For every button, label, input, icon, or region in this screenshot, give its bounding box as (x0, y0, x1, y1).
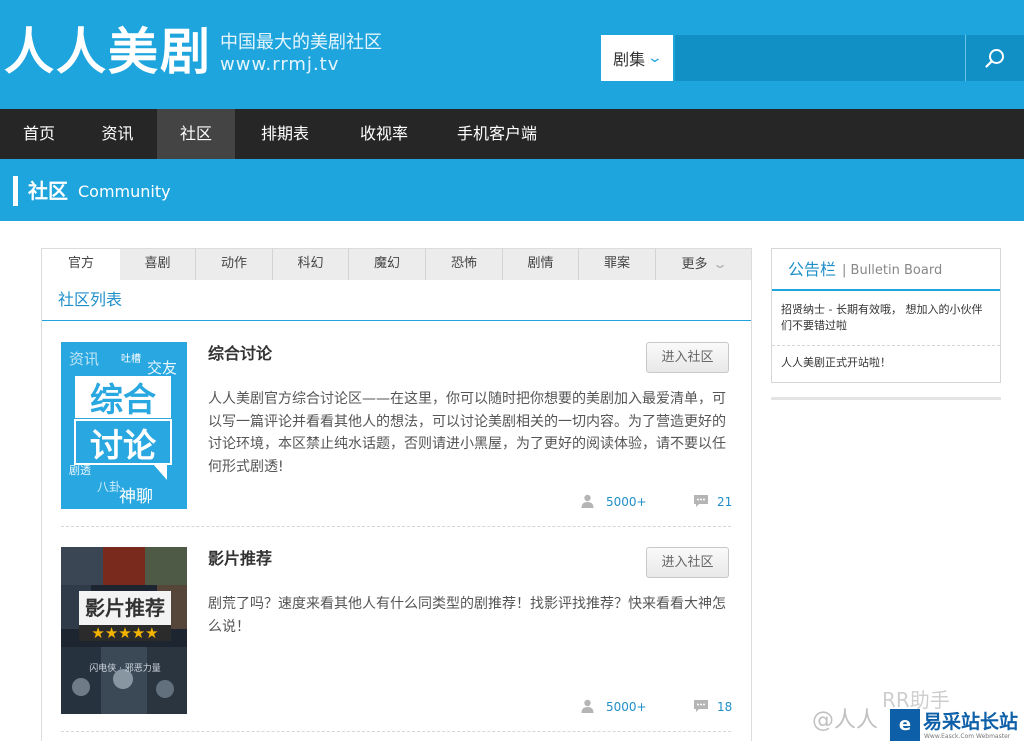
chevron-down-icon: ⌄ (712, 257, 729, 271)
page-title: 社区 (28, 179, 68, 203)
general-discussion-artwork: 资讯 吐槽 交友 综合 讨论 剧透 八卦 神聊 (61, 342, 187, 509)
search-input[interactable] (675, 35, 965, 81)
svg-text:交友: 交友 (147, 359, 177, 377)
community-title[interactable]: 影片推荐 (208, 548, 272, 570)
svg-text:讨论: 讨论 (90, 426, 157, 465)
chevron-down-icon: ⌄ (646, 50, 664, 66)
nav-item-schedule[interactable]: 排期表 (235, 109, 335, 159)
nav-item-mobile-app[interactable]: 手机客户端 (433, 109, 561, 159)
tab-more-label: 更多 (681, 257, 708, 272)
community-thumbnail-recommendations[interactable]: 影片推荐 ★★★★★ 闪电侠 · 邪恶力量 (61, 547, 187, 714)
logo-url: www.rrmj.tv (220, 54, 340, 75)
user-icon (581, 699, 594, 713)
svg-text:资讯: 资讯 (69, 350, 99, 368)
community-description: 剧荒了吗？速度来看其他人有什么同类型的剧推荐！找影评找推荐？快来看看大神怎么说！ (208, 596, 726, 635)
bulletin-item[interactable]: 招贤纳士 - 长期有效哦， 想加入的小伙伴们不要错过啦 (781, 302, 993, 334)
tab-comedy[interactable]: 喜剧 (120, 249, 196, 280)
tab-drama[interactable]: 剧情 (503, 249, 579, 280)
svg-text:综合: 综合 (90, 380, 156, 419)
tab-horror[interactable]: 恐怖 (426, 249, 503, 280)
svg-text:★★★★★: ★★★★★ (91, 624, 158, 642)
category-tabs: 官方 喜剧 动作 科幻 魔幻 恐怖 剧情 罪案 更多 ⌄ (42, 249, 751, 281)
bulletin-separator (772, 345, 1000, 346)
svg-text:剧透: 剧透 (69, 464, 91, 477)
nav-item-news[interactable]: 资讯 (78, 109, 157, 159)
list-title: 社区列表 (58, 290, 123, 309)
search-bar: 剧集 ⌄ (601, 35, 1024, 81)
community-item: 影片推荐 ★★★★★ 闪电侠 · 邪恶力量 影片推荐 进入社区 剧荒了吗？速度来… (61, 547, 733, 717)
bulletin-header: 公告栏 | Bulletin Board (772, 249, 1000, 291)
enter-community-button[interactable]: 进入社区 (646, 547, 729, 578)
item-separator (61, 731, 731, 732)
weibo-watermark: @人人 (812, 708, 879, 733)
svg-text:吐槽: 吐槽 (121, 352, 141, 365)
page-subtitle: Community (78, 182, 171, 201)
list-title-underline (42, 320, 751, 321)
nav-item-ratings[interactable]: 收视率 (335, 109, 433, 159)
bulletin-subtitle: | Bulletin Board (842, 263, 943, 278)
watermark-logo-icon: e (890, 709, 920, 741)
bulletin-item[interactable]: 人人美剧正式开站啦！ (781, 355, 993, 371)
nav-item-community[interactable]: 社区 (157, 109, 235, 159)
user-icon (581, 494, 594, 508)
community-description: 人人美剧官方综合讨论区——在这里，你可以随时把你想要的美剧加入最爱清单，可以写一… (208, 391, 726, 475)
tab-scifi[interactable]: 科幻 (273, 249, 349, 280)
svg-text:八卦: 八卦 (97, 480, 121, 494)
community-thumbnail-general[interactable]: 资讯 吐槽 交友 综合 讨论 剧透 八卦 神聊 (61, 342, 187, 509)
item-separator (61, 526, 731, 527)
comment-count: 18 (717, 700, 733, 714)
watermark-url-text: Www.Easck.Com Webmaster (924, 733, 1011, 740)
site-logo[interactable]: 人人美剧 (4, 22, 212, 82)
svg-text:影片推荐: 影片推荐 (85, 596, 165, 620)
search-icon (985, 49, 1004, 68)
svg-text:闪电侠 · 邪恶力量: 闪电侠 · 邪恶力量 (89, 662, 161, 674)
site-watermark: e 易采站长站 Www.Easck.Com Webmaster (890, 709, 1024, 741)
member-count: 5000+ (606, 495, 647, 509)
community-panel: 官方 喜剧 动作 科幻 魔幻 恐怖 剧情 罪案 更多 ⌄ 社区列表 资讯 吐槽 交… (41, 248, 752, 741)
comment-icon (694, 700, 708, 712)
community-title[interactable]: 综合讨论 (208, 343, 272, 365)
logo-tagline: 中国最大的美剧社区 www.rrmj.tv (220, 32, 382, 76)
bulletin-board: 公告栏 | Bulletin Board 招贤纳士 - 长期有效哦， 想加入的小… (771, 248, 1001, 383)
tab-crime[interactable]: 罪案 (579, 249, 656, 280)
search-category-label: 剧集 (613, 50, 646, 69)
site-header: 人人美剧 中国最大的美剧社区 www.rrmj.tv 剧集 ⌄ (0, 0, 1024, 109)
main-nav: 首页 资讯 社区 排期表 收视率 手机客户端 (0, 109, 1024, 159)
movie-recommend-artwork: 影片推荐 ★★★★★ 闪电侠 · 邪恶力量 (61, 547, 187, 714)
svg-text:神聊: 神聊 (119, 487, 153, 507)
search-category-select[interactable]: 剧集 ⌄ (601, 35, 673, 81)
tab-more[interactable]: 更多 ⌄ (656, 249, 751, 280)
nav-item-home[interactable]: 首页 (0, 109, 78, 159)
sidebar-divider (771, 397, 1001, 400)
tab-official[interactable]: 官方 (42, 249, 120, 281)
comment-count: 21 (717, 495, 733, 509)
logo-slogan: 中国最大的美剧社区 (220, 32, 382, 53)
enter-community-button[interactable]: 进入社区 (646, 342, 729, 373)
watermark-brand-text: 易采站长站 (923, 711, 1019, 733)
member-count: 5000+ (606, 700, 647, 714)
title-accent-bar (13, 176, 18, 206)
bulletin-title: 公告栏 (788, 260, 837, 279)
tab-fantasy[interactable]: 魔幻 (349, 249, 426, 280)
tab-action[interactable]: 动作 (196, 249, 273, 280)
comment-icon (694, 495, 708, 507)
section-title-band: 社区 Community (0, 159, 1024, 221)
search-button[interactable] (965, 35, 1024, 81)
community-item: 资讯 吐槽 交友 综合 讨论 剧透 八卦 神聊 综合讨论 进入社区 人人美剧官方… (61, 342, 733, 512)
